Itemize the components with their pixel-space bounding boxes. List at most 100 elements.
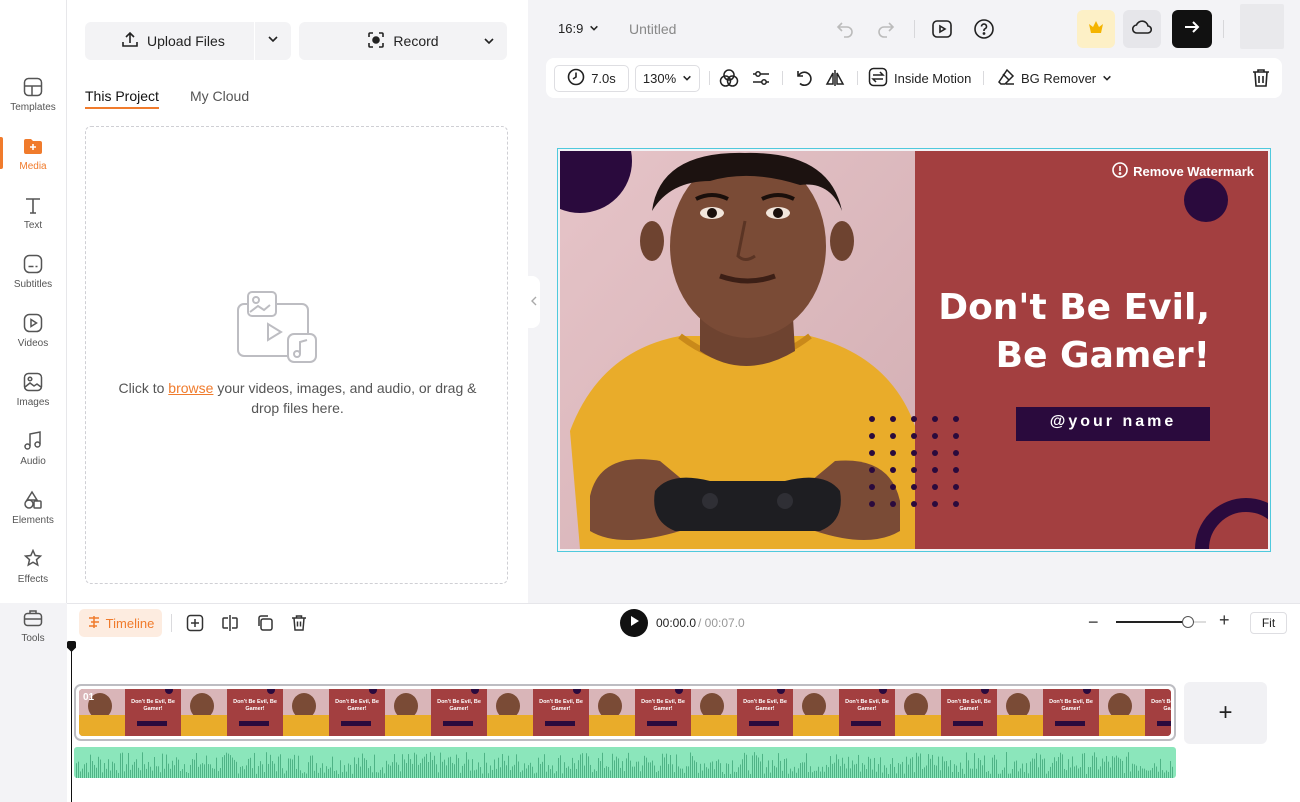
help-icon[interactable] [972,17,996,41]
user-avatar[interactable] [1240,4,1284,49]
flip-icon[interactable] [825,58,845,98]
waveform-bar [188,772,189,778]
undo-icon[interactable] [833,17,857,41]
aspect-ratio-select[interactable]: 16:9 [558,21,599,36]
waveform-bar [438,772,439,778]
waveform-bar [626,758,627,778]
timeline-zoom-slider[interactable] [1116,616,1206,628]
waveform-bar [1118,757,1119,778]
waveform-bar [218,771,219,778]
duration-field[interactable]: 7.0s [554,65,629,92]
waveform-bar [242,766,243,778]
sidebar-item-media[interactable]: Media [0,135,66,187]
headline-line-1[interactable]: Don't Be Evil, [938,287,1210,328]
decor-dot [890,433,896,439]
chevron-down-icon [1102,71,1112,86]
waveform-bar [1160,758,1161,778]
tab-my-cloud[interactable]: My Cloud [190,88,249,104]
waveform-bar [358,757,359,778]
playhead[interactable] [71,646,72,802]
fit-button[interactable]: Fit [1250,612,1287,634]
inside-motion-button[interactable]: Inside Motion [868,58,971,98]
waveform-bar [80,771,81,778]
waveform-bar [278,756,279,778]
browse-link[interactable]: browse [168,380,213,396]
file-drop-zone[interactable]: Click to browse your videos, images, and… [85,126,508,584]
video-clip[interactable]: Don't Be Evil, Be Gamer! Don't Be Evil, B… [74,684,1176,741]
zoom-in-icon[interactable]: + [1219,610,1230,631]
waveform-bar [902,761,903,778]
waveform-bar [700,763,701,778]
waveform-bar [478,762,479,778]
remove-watermark-button[interactable]: Remove Watermark [1112,162,1254,181]
tab-this-project[interactable]: This Project [85,88,159,104]
waveform-bar [258,766,259,778]
name-tag-text[interactable]: @your name [1016,413,1210,431]
chevron-down-icon [267,32,279,50]
waveform-bar [584,765,585,778]
play-button[interactable] [620,609,648,637]
zoom-slider-knob[interactable] [1182,616,1194,628]
waveform-bar [356,764,357,778]
waveform-bar [772,760,773,778]
export-button[interactable] [1172,10,1212,48]
waveform-bar [452,762,453,778]
timeline-tab[interactable]: Timeline [79,609,162,637]
sidebar-item-audio[interactable]: Audio [0,430,66,482]
divider [914,20,915,38]
sidebar-item-images[interactable]: Images [0,371,66,423]
project-title[interactable]: Untitled [629,21,676,37]
chevron-down-icon[interactable] [483,34,495,50]
waveform-bar [646,757,647,778]
video-canvas[interactable]: Remove Watermark Don't Be Evil, Be Gamer… [560,151,1268,549]
sidebar-item-text[interactable]: Text [0,194,66,246]
sidebar-item-tools[interactable]: Tools [0,607,66,659]
upgrade-button[interactable] [1077,10,1115,48]
bg-remover-button[interactable]: BG Remover [997,58,1112,98]
zoom-out-icon[interactable]: − [1088,612,1099,633]
decor-dot [953,501,959,507]
duplicate-icon[interactable] [255,613,275,633]
add-clip-button[interactable]: + [1184,682,1267,744]
redo-icon[interactable] [874,17,898,41]
add-track-icon[interactable] [185,613,205,633]
waveform-bar [760,761,761,778]
collapse-panel-handle[interactable] [527,276,540,328]
rotate-icon[interactable] [794,58,814,98]
waveform-bar [398,764,399,778]
screen-capture-icon[interactable] [930,17,954,41]
waveform-bar [586,753,587,778]
effects-icon [22,548,44,570]
delete-clip-icon[interactable] [289,613,309,633]
waveform-bar [624,771,625,778]
audio-track[interactable] [74,747,1176,778]
sidebar-item-label: Images [16,397,50,408]
waveform-bar [402,754,403,778]
upload-options-dropdown[interactable] [254,22,291,60]
waveform-bar [736,772,737,778]
waveform-bar [160,772,161,778]
waveform-bar [84,764,85,778]
delete-icon[interactable] [1252,58,1270,98]
zoom-select[interactable]: 130% [635,65,700,92]
headline-line-2[interactable]: Be Gamer! [996,335,1210,376]
waveform-bar [672,764,673,778]
sidebar-item-effects[interactable]: Effects [0,548,66,600]
waveform-bar [262,764,263,778]
cloud-save-button[interactable] [1123,10,1161,48]
color-filter-icon[interactable] [719,58,739,98]
waveform-bar [126,764,127,778]
split-icon[interactable] [220,613,240,633]
record-button[interactable]: Record [299,22,507,60]
adjust-sliders-icon[interactable] [751,58,771,98]
sidebar-item-templates[interactable]: Templates [0,76,66,128]
sidebar-item-elements[interactable]: Elements [0,489,66,541]
waveform-bar [220,768,221,778]
waveform-bar [1018,771,1019,778]
waveform-bar [786,758,787,778]
active-tab-indicator [85,107,159,109]
sidebar-item-subtitles[interactable]: Subtitles [0,253,66,305]
waveform-bar [460,772,461,778]
sidebar-item-videos[interactable]: Videos [0,312,66,364]
thumb-headline: Don't Be Evil, Be Gamer! [131,699,175,712]
